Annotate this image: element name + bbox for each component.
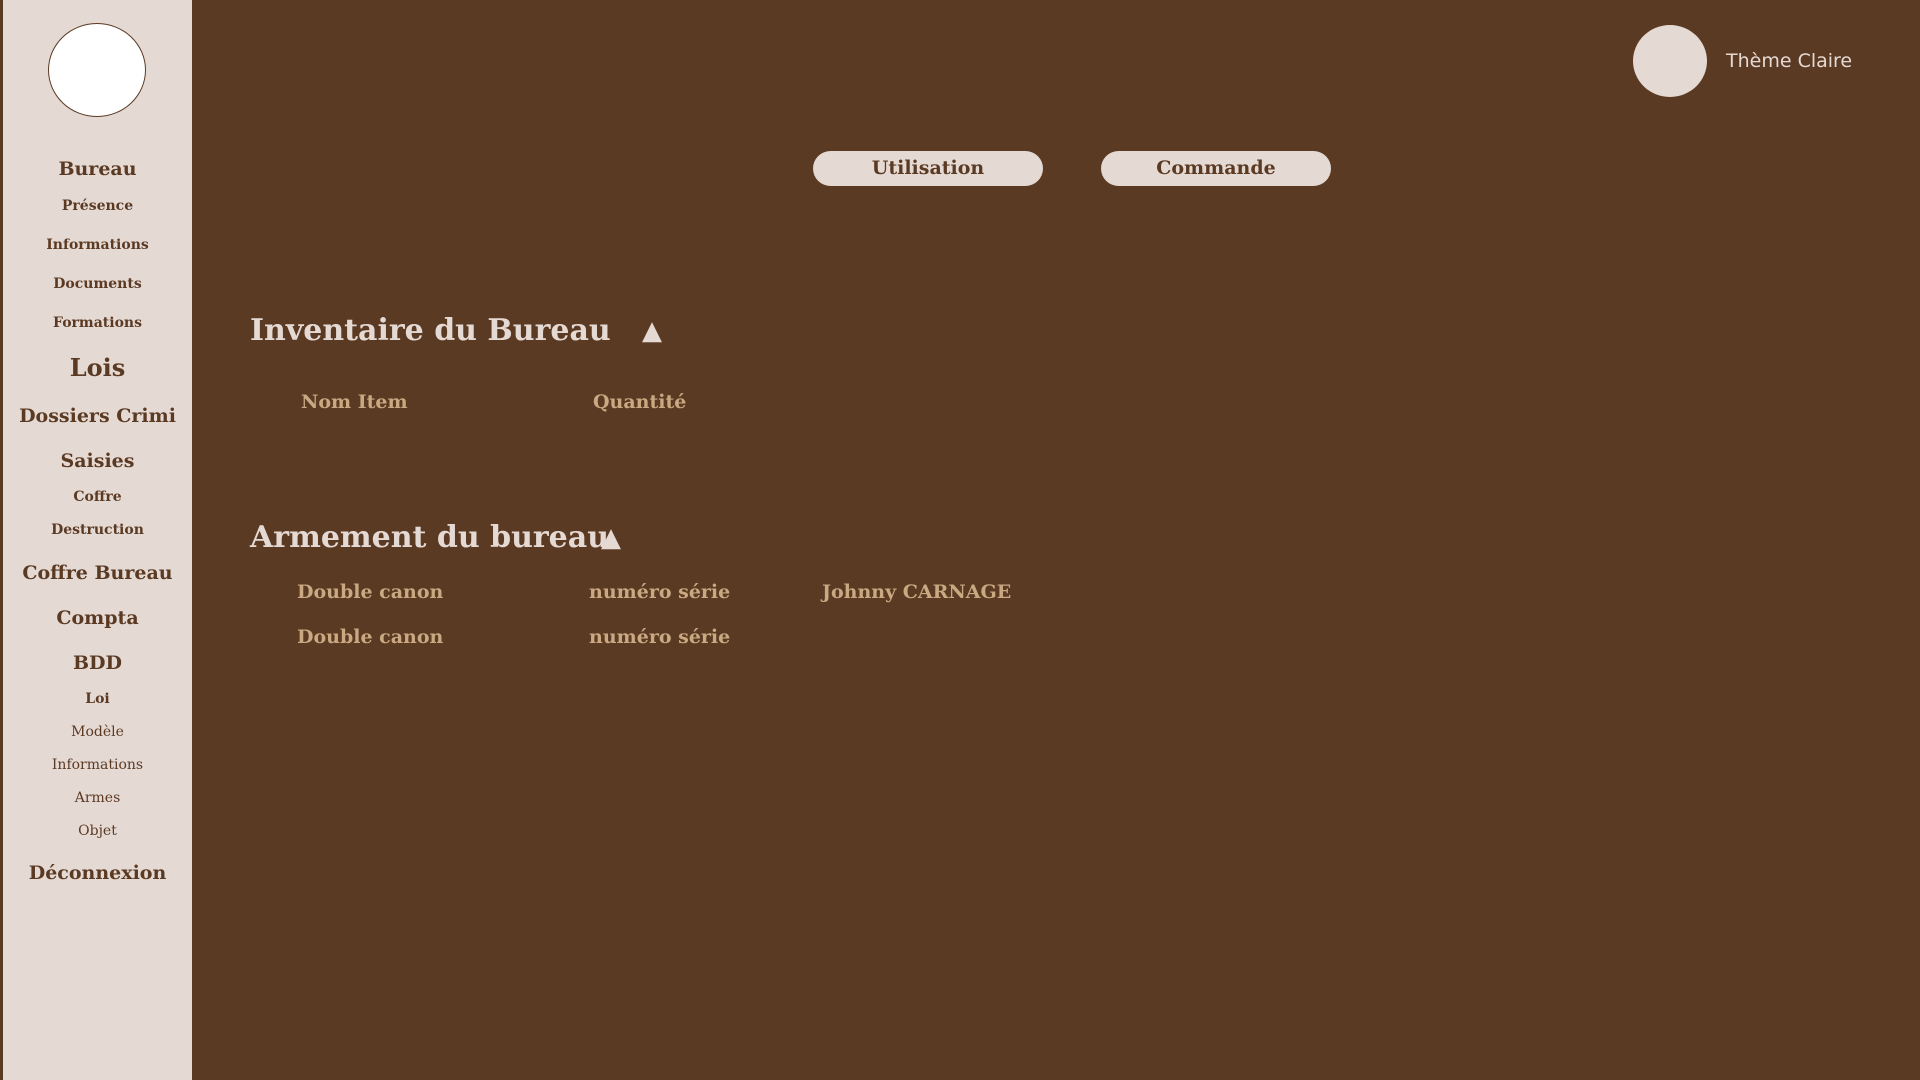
armament-row-serial: numéro série [589, 626, 731, 648]
sidebar-item-bureau[interactable]: Bureau [3, 160, 192, 179]
theme-label: Thème Claire [1726, 50, 1853, 72]
logo [48, 23, 146, 117]
sidebar-item-lois[interactable]: Lois [3, 356, 192, 380]
tab-commande[interactable]: Commande [1101, 151, 1331, 186]
inventory-column-header-name: Nom Item [301, 391, 408, 413]
sidebar-item-objet[interactable]: Objet [3, 824, 192, 838]
sidebar-item-informations[interactable]: Informations [3, 238, 192, 252]
sidebar-item-destruction[interactable]: Destruction [3, 523, 192, 537]
tab-utilisation[interactable]: Utilisation [813, 151, 1043, 186]
sidebar-item-modele[interactable]: Modèle [3, 725, 192, 739]
sidebar-item-loi[interactable]: Loi [3, 692, 192, 706]
inventory-column-header-quantity: Quantité [593, 391, 687, 413]
sidebar-item-armes[interactable]: Armes [3, 791, 192, 805]
sidebar-item-documents[interactable]: Documents [3, 277, 192, 291]
armament-row-weapon: Double canon [297, 581, 444, 603]
sidebar-item-deconnexion[interactable]: Déconnexion [3, 864, 192, 883]
sidebar-item-saisies[interactable]: Saisies [3, 452, 192, 471]
armament-title: Armement du bureau [250, 520, 610, 555]
sidebar-item-bdd-informations[interactable]: Informations [3, 758, 192, 772]
theme-toggle-button[interactable] [1633, 25, 1707, 97]
sidebar: Bureau Présence Informations Documents F… [0, 0, 192, 1080]
sidebar-item-presence[interactable]: Présence [3, 199, 192, 213]
sidebar-item-bdd[interactable]: BDD [3, 654, 192, 673]
armament-row-holder: Johnny CARNAGE [822, 581, 1012, 603]
armament-row-weapon: Double canon [297, 626, 444, 648]
sidebar-item-dossiers-crimi[interactable]: Dossiers Crimi [3, 407, 192, 426]
sidebar-item-compta[interactable]: Compta [3, 609, 192, 628]
sidebar-item-coffre-bureau[interactable]: Coffre Bureau [3, 564, 192, 583]
sidebar-item-coffre[interactable]: Coffre [3, 490, 192, 504]
armament-collapse-icon[interactable]: ▲ [601, 525, 621, 551]
armament-row-serial: numéro série [589, 581, 731, 603]
inventory-title: Inventaire du Bureau [250, 313, 611, 348]
inventory-collapse-icon[interactable]: ▲ [642, 318, 662, 344]
sidebar-item-formations[interactable]: Formations [3, 316, 192, 330]
